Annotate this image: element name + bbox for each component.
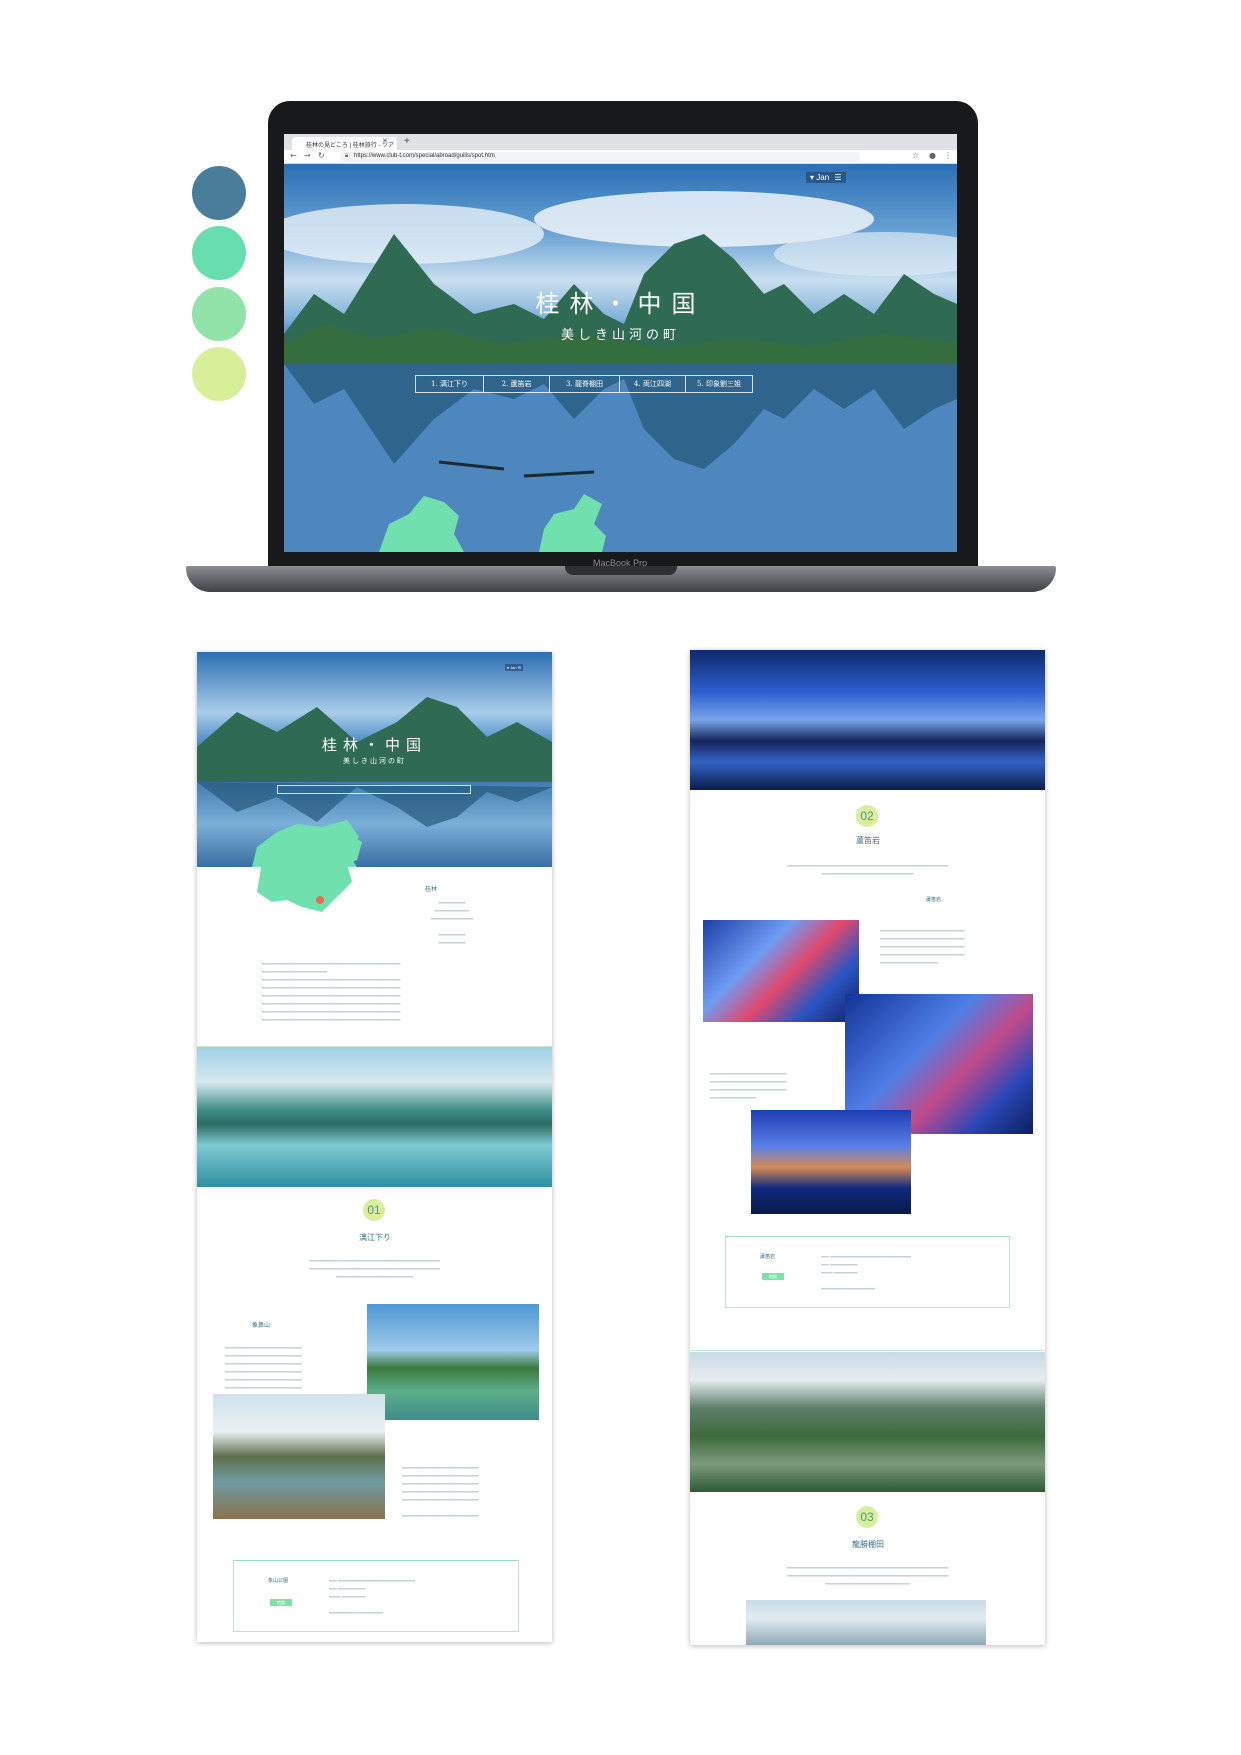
reed-flute-cave-photo — [690, 650, 1045, 790]
hero-subtitle: 美しき山河の町 — [560, 328, 680, 343]
intro-paragraph: ▁▁▁▁▁▁▁▁▁▁▁▁▁▁▁▁▁▁▁▁▁▁▁▁▁▁▁▁▁▁▁▁▁▁▁▁ ▁▁▁▁… — [262, 959, 401, 1021]
info-heading: 象山公園 — [268, 1578, 289, 1584]
cave-photo-3 — [751, 1110, 911, 1214]
elephant-hill-photo — [367, 1304, 539, 1420]
section-title-03: 龍勝棚田 — [852, 1540, 884, 1549]
laptop-model-label: MacBook Pro — [592, 558, 648, 568]
mobile-hero-nav[interactable] — [277, 785, 471, 794]
cave-info-heading: 蘆笛岩 — [760, 1254, 776, 1260]
cave-info-details: ▁▁ ▁▁▁▁▁▁▁▁▁▁▁▁▁▁▁▁▁▁▁▁▁ ▁▁ ▁▁▁▁▁▁▁ ▁▁▁ ▁▁… — [821, 1252, 912, 1290]
hero-nav-item-2[interactable]: 2. 蘆笛岩 — [484, 376, 550, 392]
address-bar[interactable]: 🔒︎ https://www.club-t.com/special/abroad… — [340, 152, 860, 162]
map-button[interactable]: 地図 — [270, 1599, 292, 1606]
map-heading: 桂林 — [425, 886, 438, 893]
lock-icon: 🔒︎ — [345, 153, 349, 159]
section-number-01: 01 — [363, 1199, 385, 1221]
section-03-text: ▁▁▁▁▁▁▁▁▁▁▁▁▁▁▁▁▁▁▁▁▁▁▁▁▁▁▁▁▁▁▁▁▁▁▁▁▁▁▁▁… — [786, 1563, 949, 1585]
palette-swatch-3 — [192, 287, 246, 341]
browser-toolbar: ← → ↻ 🔒︎ https://www.club-t.com/special/… — [284, 150, 957, 164]
hero-nav-item-4[interactable]: 4. 両江四湖 — [620, 376, 686, 392]
divider-2 — [690, 1350, 1045, 1351]
spot-title: 象鼻山 — [252, 1322, 271, 1329]
language-selector[interactable]: ▾ Jan ☰ — [806, 172, 846, 183]
raft-text: ▁▁▁▁▁▁▁▁▁▁▁▁▁▁▁▁▁▁▁▁ ▁▁▁▁▁▁▁▁▁▁▁▁▁▁▁▁▁▁▁▁… — [402, 1463, 479, 1517]
section-02-text: ▁▁▁▁▁▁▁▁▁▁▁▁▁▁▁▁▁▁▁▁▁▁▁▁▁▁▁▁▁▁▁▁▁▁▁▁▁▁▁▁… — [786, 861, 949, 875]
tab-title: 桂林の見どころ | 桂林旅行 - ツア — [306, 143, 395, 149]
language-label: ▾ Jan — [810, 173, 830, 182]
cave-spot-title: 蘆笛岩 — [926, 897, 942, 903]
bookmark-star-icon[interactable]: ☆ — [912, 151, 919, 160]
profile-icon[interactable]: ● — [929, 151, 936, 160]
li-river-photo — [197, 1047, 552, 1187]
cave-info-box: 蘆笛岩 地図 ▁▁ ▁▁▁▁▁▁▁▁▁▁▁▁▁▁▁▁▁▁▁▁▁ ▁▁ ▁▁▁▁▁▁… — [725, 1236, 1010, 1308]
section-title-01: 漓江下り — [359, 1233, 391, 1242]
reload-icon[interactable]: ↻ — [318, 151, 325, 160]
palette-swatch-2 — [192, 226, 246, 280]
hero-nav-item-5[interactable]: 5. 印象劉三姐 — [686, 376, 752, 392]
forward-icon[interactable]: → — [304, 151, 311, 160]
section-title-02: 蘆笛岩 — [856, 836, 880, 845]
tab-close-icon[interactable]: ✕ — [382, 137, 388, 145]
back-icon[interactable]: ← — [290, 151, 297, 160]
map-text: ▁▁▁▁▁▁▁ ▁▁▁▁▁▁▁▁▁ ▁▁▁▁▁▁▁▁▁▁▁ ▁▁▁▁▁▁▁ ▁▁▁▁▁▁… — [430, 898, 474, 944]
cave-spot-text: ▁▁▁▁▁▁▁▁▁▁▁▁▁▁▁▁▁▁▁▁▁▁ ▁▁▁▁▁▁▁▁▁▁▁▁▁▁▁▁▁▁… — [880, 926, 965, 964]
hero-banner: ▾ Jan ☰ 桂林・中国 美しき山河の町 1. 漓江下り 2. 蘆笛岩 3. … — [284, 164, 957, 552]
hero-title: 桂林・中国 — [535, 290, 706, 318]
cave-photo-1 — [703, 920, 859, 1022]
mobile-hero-title: 桂林・中国 — [321, 736, 427, 754]
mountain-view-photo — [746, 1600, 986, 1645]
info-box: 象山公園 地図 ▁▁ ▁▁▁▁▁▁▁▁▁▁▁▁▁▁▁▁▁▁▁▁ ▁▁ ▁▁▁▁▁▁… — [233, 1560, 519, 1632]
hero-photo: ▾ Jan ☰ 桂林・中国 美しき山河の町 — [197, 652, 552, 867]
hero-nav-item-1[interactable]: 1. 漓江下り — [416, 376, 484, 392]
mobile-hero-subtitle: 美しき山河の町 — [343, 757, 406, 765]
china-map — [257, 827, 362, 912]
hero-landscape — [284, 191, 957, 552]
mobile-page-right: 02 蘆笛岩 ▁▁▁▁▁▁▁▁▁▁▁▁▁▁▁▁▁▁▁▁▁▁▁▁▁▁▁▁▁▁▁▁▁… — [690, 650, 1045, 1645]
info-details: ▁▁ ▁▁▁▁▁▁▁▁▁▁▁▁▁▁▁▁▁▁▁▁ ▁▁ ▁▁▁▁▁▁▁ ▁▁▁ ▁▁▁… — [329, 1576, 416, 1614]
laptop-screen: 桂林の見どころ | 桂林旅行 - ツア ✕ + ← → ↻ 🔒︎ https:/… — [284, 134, 957, 552]
new-tab-icon[interactable]: + — [404, 136, 410, 147]
hero-nav: 1. 漓江下り 2. 蘆笛岩 3. 龍脊棚田 4. 両江四湖 5. 印象劉三姐 — [415, 375, 753, 393]
browser-tab-bar: 桂林の見どころ | 桂林旅行 - ツア ✕ + — [284, 134, 957, 150]
menu-dots-icon[interactable]: ⋮ — [944, 151, 952, 160]
section-number-03: 03 — [856, 1506, 878, 1528]
bamboo-raft-photo — [213, 1394, 385, 1519]
cave-map-button[interactable]: 地図 — [762, 1273, 784, 1280]
url-text: https://www.club-t.com/special/abroad/gu… — [354, 153, 495, 159]
palette-swatch-1 — [192, 166, 246, 220]
hamburger-menu-icon[interactable]: ☰ — [834, 173, 841, 182]
hero-nav-item-3[interactable]: 3. 龍脊棚田 — [550, 376, 620, 392]
palette-swatch-4 — [192, 347, 246, 401]
section-01-text: ▁▁▁▁▁▁▁▁▁▁▁▁▁▁▁▁▁▁▁▁▁▁▁▁▁▁▁▁▁▁▁▁▁▁ ▁▁▁▁▁▁… — [309, 1256, 440, 1278]
mobile-page-left: ▾ Jan ☰ 桂林・中国 美しき山河の町 桂林 ▁▁▁▁▁▁▁ ▁▁▁▁▁▁▁▁… — [197, 652, 552, 1642]
section-number-02: 02 — [856, 805, 878, 827]
mobile-language-selector[interactable]: ▾ Jan ☰ — [505, 664, 524, 671]
rice-terraces-photo — [690, 1352, 1045, 1492]
